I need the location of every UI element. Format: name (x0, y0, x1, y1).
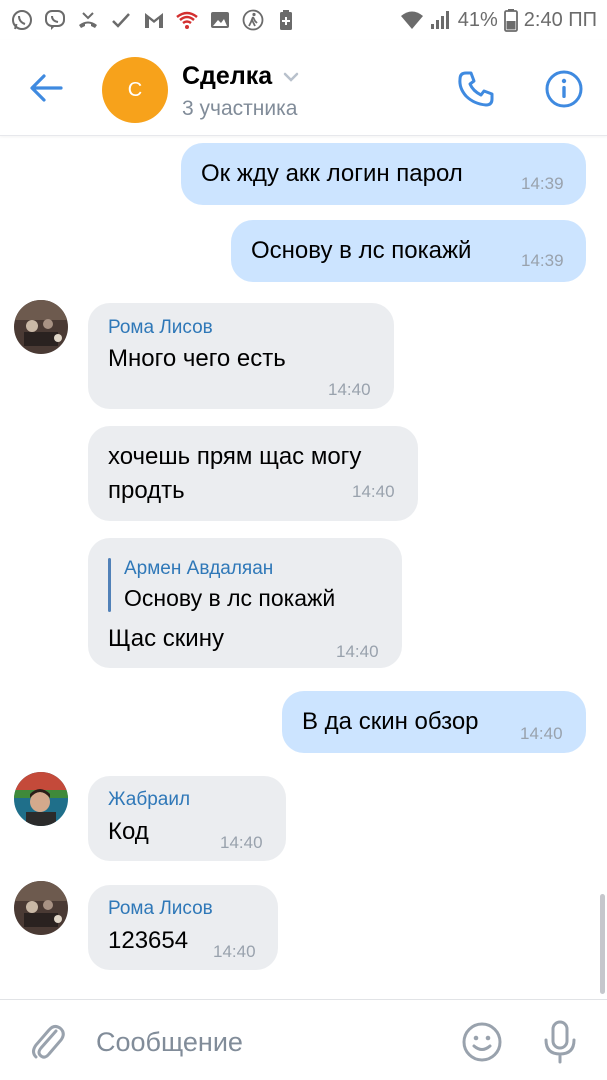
battery-saver-icon (274, 8, 298, 32)
reply-quote[interactable]: Армен Авдаляан Основу в лс покажй (108, 556, 378, 614)
wifi-alert-icon (175, 8, 199, 32)
message-text: Много чего есть (108, 345, 286, 372)
message-time: 14:40 (220, 833, 263, 852)
sender-name[interactable]: Жабраил (108, 788, 190, 812)
message-text: В да скин обзор (302, 708, 479, 735)
check-icon (109, 8, 133, 32)
info-icon (545, 70, 583, 108)
signal-icon (430, 10, 452, 30)
call-button[interactable] (452, 66, 500, 112)
message-time: 14:40 (352, 482, 395, 501)
status-bar: 41% 2:40 ПП (0, 0, 607, 40)
user-photo (14, 772, 68, 826)
notification-icons (10, 8, 298, 32)
emoji-button[interactable] (458, 1018, 506, 1066)
message-time: 14:39 (521, 174, 564, 193)
chat-title[interactable]: Сделка (182, 62, 300, 91)
message-text: 123654 (108, 927, 189, 954)
message-time: 14:39 (521, 251, 564, 270)
walking-icon (241, 8, 265, 32)
battery-percent: 41% (457, 8, 498, 31)
smiley-icon (462, 1022, 502, 1062)
gmail-icon (142, 8, 166, 32)
scrollbar[interactable] (600, 894, 605, 994)
avatar[interactable] (14, 772, 68, 826)
reply-text: Основу в лс покажй (124, 585, 336, 611)
message-text: Ок жду акк логин парол (201, 160, 463, 187)
arrow-left-icon (30, 74, 63, 102)
chevron-down-icon (283, 72, 299, 82)
paperclip-icon (32, 1024, 65, 1059)
whatsapp-icon (10, 8, 34, 32)
message-composer (0, 999, 607, 1080)
message-time: 14:40 (336, 642, 379, 661)
battery-icon (503, 8, 518, 32)
voice-message-button[interactable] (537, 1018, 583, 1066)
incoming-message[interactable]: Армен Авдаляан Основу в лс покажй Щас ск… (88, 538, 402, 668)
message-input[interactable] (96, 1020, 436, 1064)
attach-button[interactable] (24, 1018, 70, 1064)
message-text: хочешь прям щас могу продть (108, 443, 362, 504)
incoming-message[interactable]: Рома Лисов Много чего есть 14:40 (88, 303, 394, 409)
avatar[interactable] (14, 881, 68, 935)
user-photo (14, 300, 68, 354)
sender-name[interactable]: Рома Лисов (108, 897, 213, 921)
chat-title-text: Сделка (182, 62, 273, 90)
viber-icon (43, 8, 67, 32)
microphone-icon (544, 1020, 576, 1064)
back-button[interactable] (22, 66, 70, 110)
gallery-icon (208, 8, 232, 32)
system-status: 41% 2:40 ПП (400, 8, 597, 32)
missed-call-icon (76, 8, 100, 32)
info-button[interactable] (540, 66, 588, 112)
sender-name[interactable]: Рома Лисов (108, 316, 213, 340)
message-time: 14:40 (520, 724, 563, 743)
message-text: Код (108, 818, 149, 845)
avatar[interactable] (14, 300, 68, 354)
avatar-letter: С (127, 78, 143, 101)
message-text: Щас скину (108, 625, 224, 652)
outgoing-message[interactable]: Основу в лс покажй 14:39 (231, 220, 586, 282)
phone-icon (458, 71, 494, 107)
wifi-icon (400, 10, 424, 30)
reply-author: Армен Авдаляан (124, 558, 274, 579)
incoming-message[interactable]: Рома Лисов 123654 14:40 (88, 885, 278, 970)
message-time: 14:40 (213, 942, 256, 961)
outgoing-message[interactable]: В да скин обзор 14:40 (282, 691, 586, 753)
clock: 2:40 ПП (523, 8, 597, 31)
incoming-message[interactable]: хочешь прям щас могу продть 14:40 (88, 426, 418, 521)
incoming-message[interactable]: Жабраил Код 14:40 (88, 776, 286, 861)
members-count: 3 участника (182, 97, 298, 120)
message-text: Основу в лс покажй (251, 237, 472, 264)
outgoing-message[interactable]: Ок жду акк логин парол 14:39 (181, 143, 586, 205)
message-list[interactable]: Ок жду акк логин парол 14:39 Основу в лс… (0, 137, 607, 999)
message-time: 14:40 (328, 380, 371, 399)
user-photo (14, 881, 68, 935)
chat-avatar[interactable]: С (102, 57, 168, 123)
chat-header: С Сделка 3 участника (0, 40, 607, 136)
